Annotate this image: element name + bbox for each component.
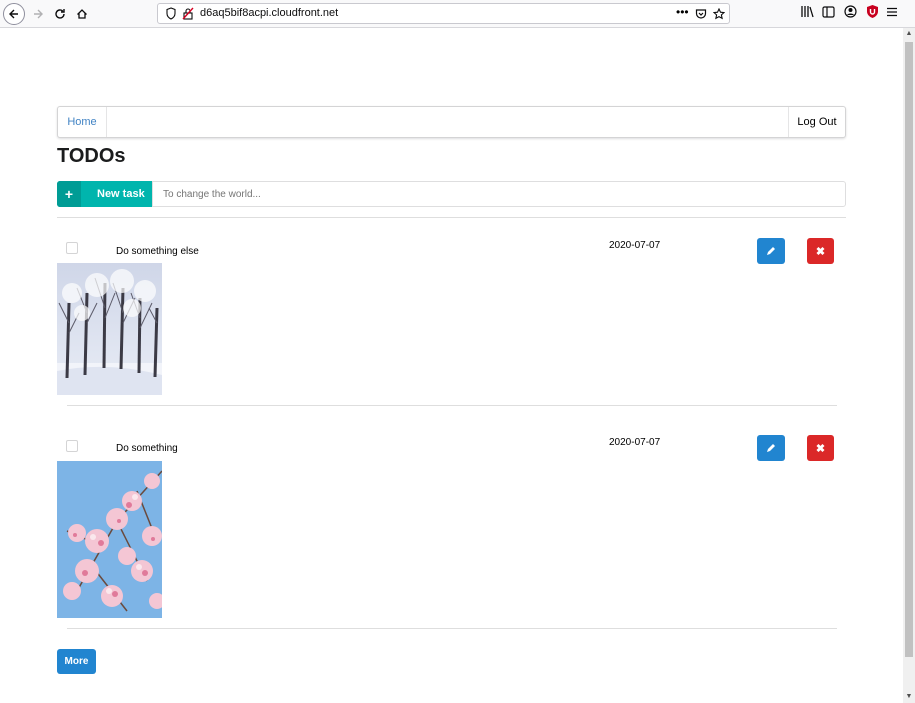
todo-checkbox[interactable]: [66, 242, 78, 254]
divider: [57, 217, 846, 218]
todo-date: 2020-07-07: [609, 240, 661, 251]
todo-checkbox[interactable]: [66, 440, 78, 452]
new-task-label: New task: [97, 188, 145, 200]
vertical-scrollbar[interactable]: ▲ ▼: [903, 28, 915, 703]
divider: [67, 628, 837, 629]
todo-image-cherry-blossom: [57, 461, 162, 618]
home-link[interactable]: Home: [58, 107, 107, 137]
account-icon[interactable]: [844, 5, 857, 23]
pencil-icon: [767, 444, 775, 452]
todo-image-snowy-forest: [57, 263, 162, 395]
url-text[interactable]: d6aq5bif8acpi.cloudfront.net: [200, 7, 338, 19]
scroll-up-icon[interactable]: ▲: [903, 28, 915, 40]
plus-icon: +: [57, 181, 81, 207]
edit-button[interactable]: [757, 238, 785, 264]
todo-date: 2020-07-07: [609, 437, 661, 448]
sidebar-icon[interactable]: [822, 5, 835, 23]
library-icon[interactable]: [800, 5, 814, 23]
scroll-thumb[interactable]: [905, 42, 913, 657]
ublock-icon[interactable]: [866, 4, 879, 24]
browser-toolbar: d6aq5bif8acpi.cloudfront.net •••: [0, 0, 915, 28]
star-icon[interactable]: [712, 7, 726, 25]
top-menu: Home Log Out: [57, 106, 846, 138]
more-button[interactable]: More: [57, 649, 96, 674]
divider: [67, 405, 837, 406]
todo-name: Do something: [116, 443, 178, 454]
todo-name: Do something else: [116, 246, 199, 257]
url-bar[interactable]: d6aq5bif8acpi.cloudfront.net •••: [157, 3, 730, 24]
close-icon: ✖: [815, 245, 826, 258]
shield-icon[interactable]: [166, 7, 176, 25]
forward-icon[interactable]: [28, 4, 48, 24]
back-icon[interactable]: [3, 3, 25, 25]
edit-button[interactable]: [757, 435, 785, 461]
insecure-lock-icon[interactable]: [182, 7, 194, 25]
logout-button[interactable]: Log Out: [788, 107, 845, 137]
more-icon[interactable]: •••: [676, 5, 689, 19]
home-icon[interactable]: [72, 4, 92, 24]
scroll-down-icon[interactable]: ▼: [903, 691, 915, 703]
new-task-input[interactable]: [152, 181, 846, 207]
close-icon: ✖: [815, 442, 826, 455]
reload-icon[interactable]: [50, 4, 70, 24]
menu-icon[interactable]: [886, 5, 898, 23]
delete-button[interactable]: ✖: [807, 435, 834, 461]
delete-button[interactable]: ✖: [807, 238, 834, 264]
pencil-icon: [767, 247, 775, 255]
pocket-icon[interactable]: [695, 7, 707, 25]
new-task-button[interactable]: + New task: [57, 181, 152, 207]
page-title: TODOs: [57, 145, 126, 167]
